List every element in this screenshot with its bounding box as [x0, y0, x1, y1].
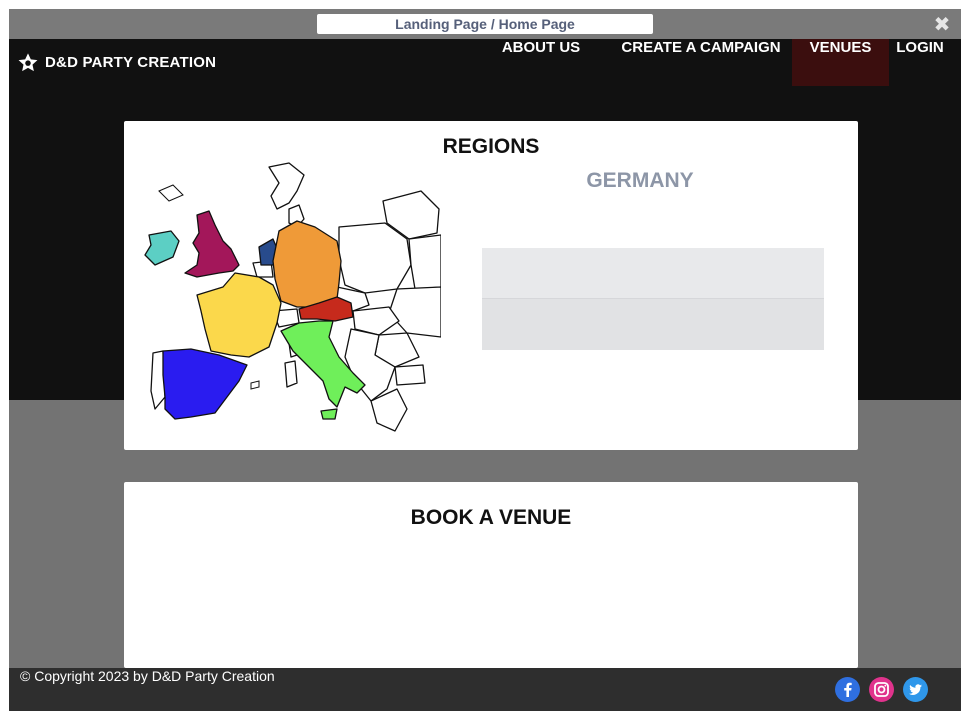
facebook-icon[interactable] [835, 677, 860, 702]
book-venue-card: BOOK A VENUE [124, 482, 858, 668]
nav-about-us[interactable]: ABOUT US [493, 39, 589, 86]
map-region-iceland-fragment [158, 184, 184, 202]
map-region-spain[interactable] [162, 348, 248, 420]
close-icon[interactable]: ✖ [931, 12, 953, 36]
regions-card: REGIONS GERMANY [124, 121, 858, 450]
twitter-icon[interactable] [903, 677, 928, 702]
window-title: Landing Page / Home Page [317, 14, 653, 34]
map-region-germany[interactable] [272, 220, 342, 308]
map-region-uk[interactable] [184, 210, 240, 278]
book-venue-title: BOOK A VENUE [410, 506, 572, 529]
europe-map [144, 162, 441, 432]
map-region-balearic [250, 380, 260, 390]
map-region-france[interactable] [196, 272, 282, 358]
map-region-scandinavia[interactable] [268, 162, 305, 210]
star-icon [18, 52, 38, 71]
map-region-belarus[interactable] [408, 234, 441, 290]
regions-title: REGIONS [442, 135, 540, 158]
brand-name: D&D PARTY CREATION [45, 54, 217, 71]
copyright-text: © Copyright 2023 by D&D Party Creation [20, 668, 275, 684]
nav-create-campaign[interactable]: CREATE A CAMPAIGN [613, 39, 789, 86]
venue-list [482, 248, 824, 350]
map-region-poland[interactable] [338, 222, 412, 294]
map-region-bulgaria[interactable] [394, 364, 426, 386]
brand-link[interactable]: D&D PARTY CREATION [17, 39, 216, 86]
map-region-sardinia[interactable] [284, 360, 298, 388]
nav-venues[interactable]: VENUES [792, 39, 889, 86]
navbar: D&D PARTY CREATION ABOUT US CREATE A CAM… [9, 39, 961, 86]
footer: © Copyright 2023 by D&D Party Creation [9, 668, 961, 711]
map-region-ukraine[interactable] [388, 286, 441, 338]
nav-login[interactable]: LOGIN [889, 39, 951, 86]
browser-window: Landing Page / Home Page ✖ D&D PARTY CRE… [9, 9, 961, 711]
window-titlebar: Landing Page / Home Page ✖ [9, 9, 961, 39]
venue-list-item[interactable] [482, 299, 824, 350]
selected-region-name: GERMANY [586, 169, 694, 192]
map-region-ireland[interactable] [144, 230, 180, 266]
map-region-sicily[interactable] [320, 408, 338, 420]
venue-list-item[interactable] [482, 248, 824, 299]
instagram-icon[interactable] [869, 677, 894, 702]
